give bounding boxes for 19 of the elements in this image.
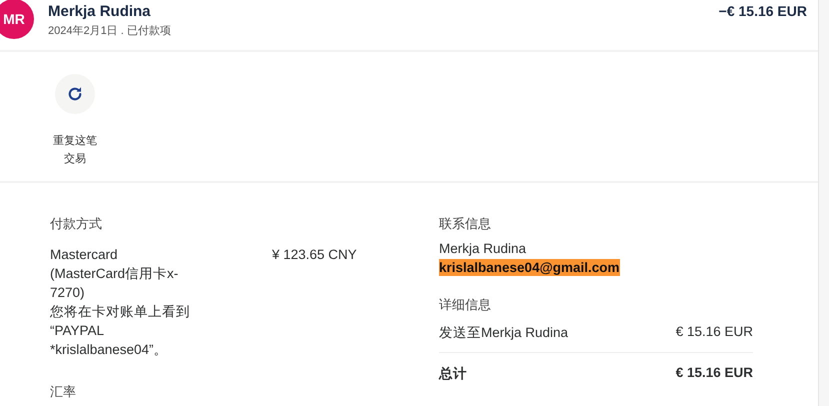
section-heading: 汇率 bbox=[50, 383, 77, 401]
section-heading: 详细信息 bbox=[439, 296, 492, 314]
detail-label: 总计 bbox=[439, 365, 467, 383]
payment-amount: ¥ 123.65 CNY bbox=[272, 246, 357, 264]
refresh-icon bbox=[66, 85, 84, 103]
transaction-date-status: 2024年2月1日 . 已付款项 bbox=[48, 24, 171, 38]
payee-name: Merkja Rudina bbox=[48, 3, 152, 20]
contact-name: Merkja Rudina bbox=[439, 240, 528, 258]
payment-method-text: Mastercard (MasterCard信用卡x- 7270) 您将在卡对账单上看到 “PAYPAL *krislalbanese04”。 bbox=[50, 246, 191, 359]
detail-value: € 15.16 EUR bbox=[676, 324, 753, 341]
detail-label: 发送至Merkja Rudina bbox=[439, 324, 568, 342]
section-heading: 联系信息 bbox=[439, 215, 492, 233]
section-heading: 付款方式 bbox=[50, 215, 103, 233]
repeat-label[interactable]: 重复这笔 交易 bbox=[53, 132, 97, 168]
detail-value: € 15.16 EUR bbox=[676, 365, 753, 382]
transaction-amount: −€ 15.16 EUR bbox=[718, 3, 807, 19]
contact-email: krislalbanese04@gmail.com bbox=[439, 259, 620, 276]
repeat-button[interactable] bbox=[55, 74, 95, 114]
avatar: MR bbox=[0, 0, 34, 39]
